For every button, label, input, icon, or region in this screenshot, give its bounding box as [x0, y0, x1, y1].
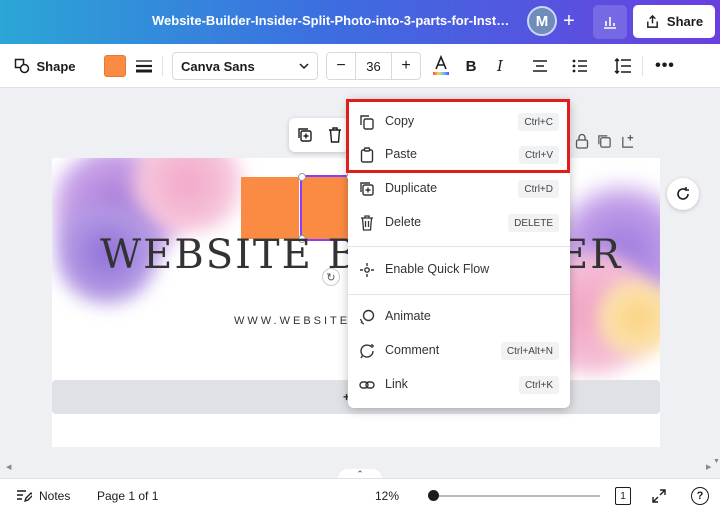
resize-handle[interactable] — [298, 173, 306, 181]
duplicate-icon — [358, 180, 376, 198]
lock-icon[interactable] — [575, 133, 589, 149]
quick-flow-icon — [358, 261, 376, 279]
shortcut-badge: Ctrl+K — [518, 376, 559, 394]
shortcut-badge: Ctrl+D — [518, 180, 559, 198]
menu-item-comment[interactable]: Comment Ctrl+Alt+N — [348, 335, 570, 367]
increase-font-size-button[interactable]: + — [392, 53, 420, 79]
menu-item-animate[interactable]: Animate — [348, 301, 570, 333]
trash-icon — [358, 214, 376, 232]
menu-item-label: Duplicate — [385, 181, 438, 195]
bar-chart-icon — [604, 17, 616, 29]
help-icon: ? — [691, 487, 709, 505]
line-spacing-icon — [614, 58, 631, 74]
help-button[interactable]: ? — [691, 487, 709, 505]
add-collaborator-button[interactable]: + — [559, 10, 579, 32]
shortcut-badge: Ctrl+C — [518, 113, 559, 131]
border-style-button[interactable] — [133, 52, 155, 80]
menu-item-label: Paste — [385, 147, 417, 161]
notes-label: Notes — [39, 489, 71, 503]
shortcut-badge: Ctrl+Alt+N — [500, 342, 559, 360]
context-menu: Copy Ctrl+C Paste Ctrl+V Duplicate Ctrl+… — [348, 99, 570, 408]
bullet-list-icon — [572, 59, 587, 73]
text-align-button[interactable] — [527, 52, 553, 80]
italic-button[interactable]: I — [487, 52, 513, 80]
spacing-button[interactable] — [610, 52, 636, 80]
shortcut-badge: DELETE — [508, 214, 559, 232]
orange-rectangle[interactable] — [241, 177, 299, 239]
font-size-stepper: − 36 + — [326, 52, 421, 80]
editor-toolbar: Shape Canva Sans − 36 + B I ••• — [0, 44, 720, 88]
insights-button[interactable] — [593, 5, 627, 39]
shapes-icon — [15, 58, 30, 74]
top-header: Website-Builder-Insider-Split-Photo-into… — [0, 0, 720, 44]
decrease-font-size-button[interactable]: − — [327, 53, 355, 79]
menu-item-copy[interactable]: Copy Ctrl+C — [348, 106, 570, 138]
zoom-slider-handle[interactable] — [428, 490, 439, 501]
menu-divider — [348, 246, 570, 247]
expand-icon — [652, 489, 666, 503]
align-center-icon — [533, 60, 547, 72]
text-color-icon — [433, 55, 449, 75]
scroll-right-arrow-icon[interactable]: ▶ — [706, 463, 711, 471]
menu-item-paste[interactable]: Paste Ctrl+V — [348, 139, 570, 171]
add-page-icon[interactable] — [620, 134, 635, 149]
shape-label: Shape — [36, 58, 76, 74]
more-options-button[interactable]: ••• — [652, 52, 678, 80]
menu-item-label: Animate — [385, 309, 431, 323]
page-count-badge: 1 — [615, 487, 631, 505]
menu-item-label: Copy — [385, 114, 415, 128]
bold-button[interactable]: B — [458, 52, 484, 80]
shortcut-badge: Ctrl+V — [518, 146, 559, 164]
page-tools — [575, 130, 665, 152]
font-size-input[interactable]: 36 — [355, 53, 392, 79]
share-button[interactable]: Share — [633, 5, 715, 38]
menu-item-duplicate[interactable]: Duplicate Ctrl+D — [348, 173, 570, 205]
shape-button[interactable]: Shape — [10, 52, 80, 80]
menu-item-enable-quick-flow[interactable]: Enable Quick Flow — [348, 254, 570, 286]
menu-item-label: Comment — [385, 343, 440, 357]
font-family-select[interactable]: Canva Sans — [172, 52, 318, 80]
chevron-down-icon — [299, 63, 309, 70]
copy-icon — [358, 113, 376, 131]
notes-icon — [17, 490, 32, 503]
menu-item-link[interactable]: Link Ctrl+K — [348, 369, 570, 401]
shape-color-swatch[interactable] — [104, 55, 126, 77]
zoom-slider-track[interactable] — [432, 495, 600, 497]
menu-divider — [348, 294, 570, 295]
duplicate-icon[interactable] — [297, 127, 313, 143]
trash-icon[interactable] — [328, 127, 342, 143]
duplicate-page-icon[interactable] — [597, 134, 612, 149]
comment-icon — [358, 342, 376, 360]
text-color-button[interactable] — [428, 52, 454, 80]
paste-icon — [358, 146, 376, 164]
share-upload-icon — [647, 14, 658, 28]
menu-item-label: Enable Quick Flow — [385, 262, 490, 276]
grid-view-button[interactable]: 1 — [615, 487, 631, 505]
notes-button[interactable]: Notes — [16, 487, 70, 505]
menu-item-label: Link — [385, 377, 408, 391]
animate-icon — [358, 308, 376, 326]
refresh-sparkle-icon — [677, 187, 689, 200]
menu-item-label: Delete — [385, 215, 422, 229]
document-title[interactable]: Website-Builder-Insider-Split-Photo-into… — [152, 13, 512, 28]
zoom-level[interactable]: 12% — [375, 487, 399, 505]
selected-orange-rectangle[interactable] — [300, 175, 352, 241]
toolbar-divider — [162, 56, 163, 76]
bottom-bar: Notes Page 1 of 1 12% 1 ? — [0, 478, 720, 510]
element-floating-toolbar — [289, 118, 349, 152]
font-name: Canva Sans — [181, 58, 255, 74]
share-label: Share — [666, 14, 704, 29]
vertical-scrollbar[interactable]: ▼ — [710, 88, 720, 468]
link-icon — [358, 376, 376, 394]
page-indicator[interactable]: Page 1 of 1 — [97, 487, 158, 505]
toolbar-divider — [642, 56, 643, 76]
rotate-handle[interactable]: ↻ — [322, 268, 340, 286]
list-button[interactable] — [567, 52, 593, 80]
menu-item-delete[interactable]: Delete DELETE — [348, 207, 570, 239]
user-avatar[interactable]: M — [527, 6, 557, 36]
magic-refresh-button[interactable] — [667, 178, 699, 210]
scroll-left-arrow-icon[interactable]: ◀ — [6, 463, 11, 471]
border-lines-icon — [136, 60, 152, 73]
fullscreen-button[interactable] — [651, 487, 667, 505]
